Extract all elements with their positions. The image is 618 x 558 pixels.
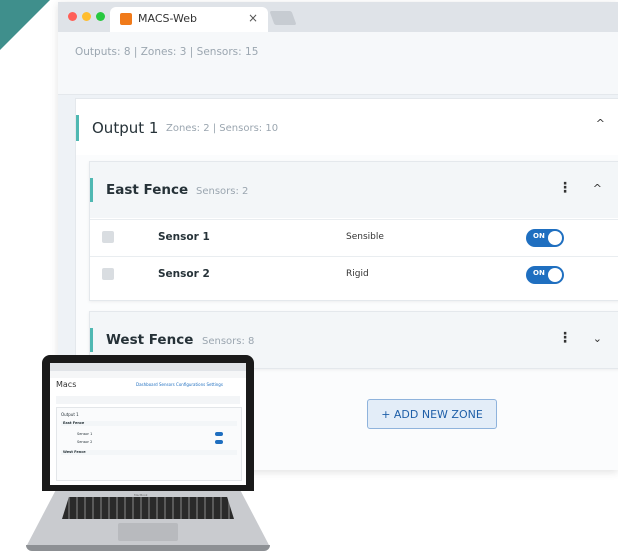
mini-summary-bar xyxy=(56,396,240,404)
mini-app-logo: Macs xyxy=(56,380,77,389)
laptop-trackpad xyxy=(118,523,178,541)
minimize-window-dot[interactable] xyxy=(82,12,91,21)
mini-zone-header xyxy=(61,450,237,455)
add-new-zone-button[interactable]: + ADD NEW ZONE xyxy=(367,399,497,429)
mini-sensor-name: Sensor 2 xyxy=(77,440,93,444)
sensor-name: Sensor 1 xyxy=(158,231,210,243)
more-options-icon[interactable]: ⋮ xyxy=(558,330,572,346)
mini-toggle xyxy=(215,432,223,436)
output-accent-bar xyxy=(76,115,79,141)
laptop-keyboard xyxy=(62,497,234,519)
zone-title: East Fence xyxy=(106,182,189,198)
maximize-window-dot[interactable] xyxy=(96,12,105,21)
mini-address-bar xyxy=(50,371,246,378)
output-title: Output 1 xyxy=(92,119,159,137)
output-header[interactable]: Output 1 Zones: 2 | Sensors: 10 ^ xyxy=(76,99,618,155)
zone-meta: Sensors: 2 xyxy=(196,186,249,197)
summary-bar: Outputs: 8 | Zones: 3 | Sensors: 15 xyxy=(58,32,618,95)
sensor-row: Sensor 1 Sensible ON xyxy=(90,219,618,256)
tab-close-icon[interactable]: × xyxy=(248,11,258,25)
new-tab-button[interactable] xyxy=(269,11,297,25)
zone-east-fence: East Fence Sensors: 2 ⋮ ^ Sensor 1 Sensi… xyxy=(89,161,618,301)
mini-zone-title: West Fence xyxy=(63,450,86,454)
sensor-toggle[interactable]: ON xyxy=(526,266,564,284)
zone-accent-bar xyxy=(90,328,93,352)
mini-output-title: Output 1 xyxy=(61,412,79,417)
zone-header[interactable]: East Fence Sensors: 2 ⋮ ^ xyxy=(90,162,618,218)
mini-output-card: Output 1 East Fence Sensor 1 Sensor 2 We… xyxy=(56,407,242,481)
output-meta: Zones: 2 | Sensors: 10 xyxy=(166,123,279,134)
app-favicon-icon xyxy=(120,13,132,25)
zone-accent-bar xyxy=(90,178,93,202)
laptop-screen: Macs Dashboard Sensors Configurations Se… xyxy=(50,363,246,485)
mini-nav: Dashboard Sensors Configurations Setting… xyxy=(136,382,223,387)
laptop-bezel: Macs Dashboard Sensors Configurations Se… xyxy=(42,355,254,491)
chevron-up-icon[interactable]: ^ xyxy=(593,182,602,195)
more-options-icon[interactable]: ⋮ xyxy=(558,180,572,196)
zone-title: West Fence xyxy=(106,332,194,348)
mini-browser-bar xyxy=(50,363,246,371)
toggle-knob xyxy=(548,231,562,245)
browser-tab[interactable]: MACS-Web × xyxy=(110,7,268,32)
toggle-label: ON xyxy=(533,269,545,277)
laptop-mockup: Macs Dashboard Sensors Configurations Se… xyxy=(26,355,270,555)
zone-meta: Sensors: 8 xyxy=(202,336,255,347)
sensor-checkbox[interactable] xyxy=(102,268,114,280)
sensor-toggle[interactable]: ON xyxy=(526,229,564,247)
toggle-knob xyxy=(548,268,562,282)
laptop-brand: MacBook xyxy=(134,493,148,497)
sensor-checkbox[interactable] xyxy=(102,231,114,243)
sensor-row: Sensor 2 Rigid ON xyxy=(90,256,618,293)
chevron-down-icon[interactable]: ⌄ xyxy=(593,332,602,345)
browser-tab-bar: MACS-Web × xyxy=(58,2,618,32)
sensor-name: Sensor 2 xyxy=(158,268,210,280)
sensor-type: Sensible xyxy=(346,232,384,242)
mini-toggle xyxy=(215,440,223,444)
close-window-dot[interactable] xyxy=(68,12,77,21)
corner-decoration xyxy=(0,0,50,50)
mini-zone-title: East Fence xyxy=(63,421,85,425)
toggle-label: ON xyxy=(533,232,545,240)
summary-counts: Outputs: 8 | Zones: 3 | Sensors: 15 xyxy=(75,46,259,58)
sensor-type: Rigid xyxy=(346,269,369,279)
tab-title: MACS-Web xyxy=(138,12,197,25)
chevron-up-icon[interactable]: ^ xyxy=(596,117,605,130)
mini-zone-header xyxy=(61,421,237,426)
laptop-base-edge xyxy=(26,545,270,551)
mini-sensor-name: Sensor 1 xyxy=(77,432,93,436)
